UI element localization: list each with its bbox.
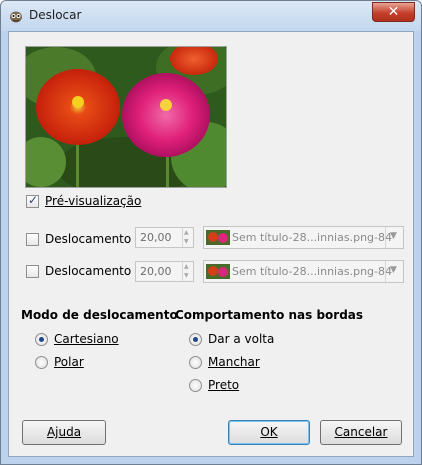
offset-x-drawable-combo[interactable]: Sem título-28...innias.png-84 ▼ [203, 226, 404, 249]
radio-black[interactable] [189, 379, 202, 392]
radio-smear[interactable] [189, 356, 202, 369]
offset-x-checkbox[interactable] [26, 233, 39, 246]
cancel-button[interactable]: Cancelar [320, 420, 402, 445]
drawable-thumbnail-icon [206, 230, 230, 245]
radio-smear-label[interactable]: Manchar [208, 355, 260, 369]
offset-x-value: 20,00 [140, 231, 172, 244]
close-button[interactable]: ✕ [372, 2, 415, 22]
preview-label[interactable]: Pré-visualização [45, 194, 141, 208]
offset-y-checkbox[interactable] [26, 265, 39, 278]
window-title: Deslocar [29, 8, 82, 22]
help-button[interactable]: Ajuda [22, 420, 106, 445]
radio-polar-label[interactable]: Polar [54, 355, 84, 369]
gimp-icon [10, 11, 22, 23]
chevron-down-icon: ▼ [390, 265, 397, 275]
offset-y-spinbox[interactable]: 20,00 ▲ ▼ [135, 261, 194, 282]
dialog-window: Deslocar ✕ ✓ Pré-visualização Deslocamen… [0, 0, 422, 465]
edge-behavior-heading: Comportamento nas bordas [175, 308, 364, 322]
radio-polar[interactable] [35, 356, 48, 369]
radio-wrap-around-label[interactable]: Dar a volta [208, 332, 274, 346]
spin-up-icon[interactable]: ▲ [184, 229, 189, 236]
spin-down-icon[interactable]: ▼ [184, 272, 189, 279]
preview-image [25, 46, 227, 188]
radio-cartesian[interactable] [35, 333, 48, 346]
offset-mode-heading: Modo de deslocamento [21, 308, 178, 322]
offset-y-value: 20,00 [140, 265, 172, 278]
offset-x-spinbox[interactable]: 20,00 ▲ ▼ [135, 227, 194, 248]
radio-cartesian-label[interactable]: Cartesiano [54, 332, 119, 346]
offset-y-drawable-text: Sem título-28...innias.png-84 [232, 265, 392, 278]
offset-y-drawable-combo[interactable]: Sem título-28...innias.png-84 ▼ [203, 260, 404, 283]
radio-wrap-around[interactable] [189, 333, 202, 346]
title-bar[interactable]: Deslocar ✕ [1, 1, 421, 31]
close-icon: ✕ [387, 4, 400, 20]
radio-black-label[interactable]: Preto [208, 378, 239, 392]
chevron-down-icon: ▼ [390, 231, 397, 241]
checkmark-icon: ✓ [28, 193, 39, 207]
zinnia-flowers-image [26, 47, 226, 187]
ok-button[interactable]: OK [228, 420, 310, 445]
preview-checkbox[interactable]: ✓ [26, 193, 39, 208]
spin-down-icon[interactable]: ▼ [184, 238, 189, 245]
spin-up-icon[interactable]: ▲ [184, 263, 189, 270]
drawable-thumbnail-icon [206, 264, 230, 279]
offset-x-drawable-text: Sem título-28...innias.png-84 [232, 231, 392, 244]
dialog-content: ✓ Pré-visualização Deslocamento x 20,00 … [8, 31, 414, 457]
offset-x-label[interactable]: Deslocamento x [45, 232, 142, 246]
offset-y-label[interactable]: Deslocamento y [45, 264, 142, 278]
